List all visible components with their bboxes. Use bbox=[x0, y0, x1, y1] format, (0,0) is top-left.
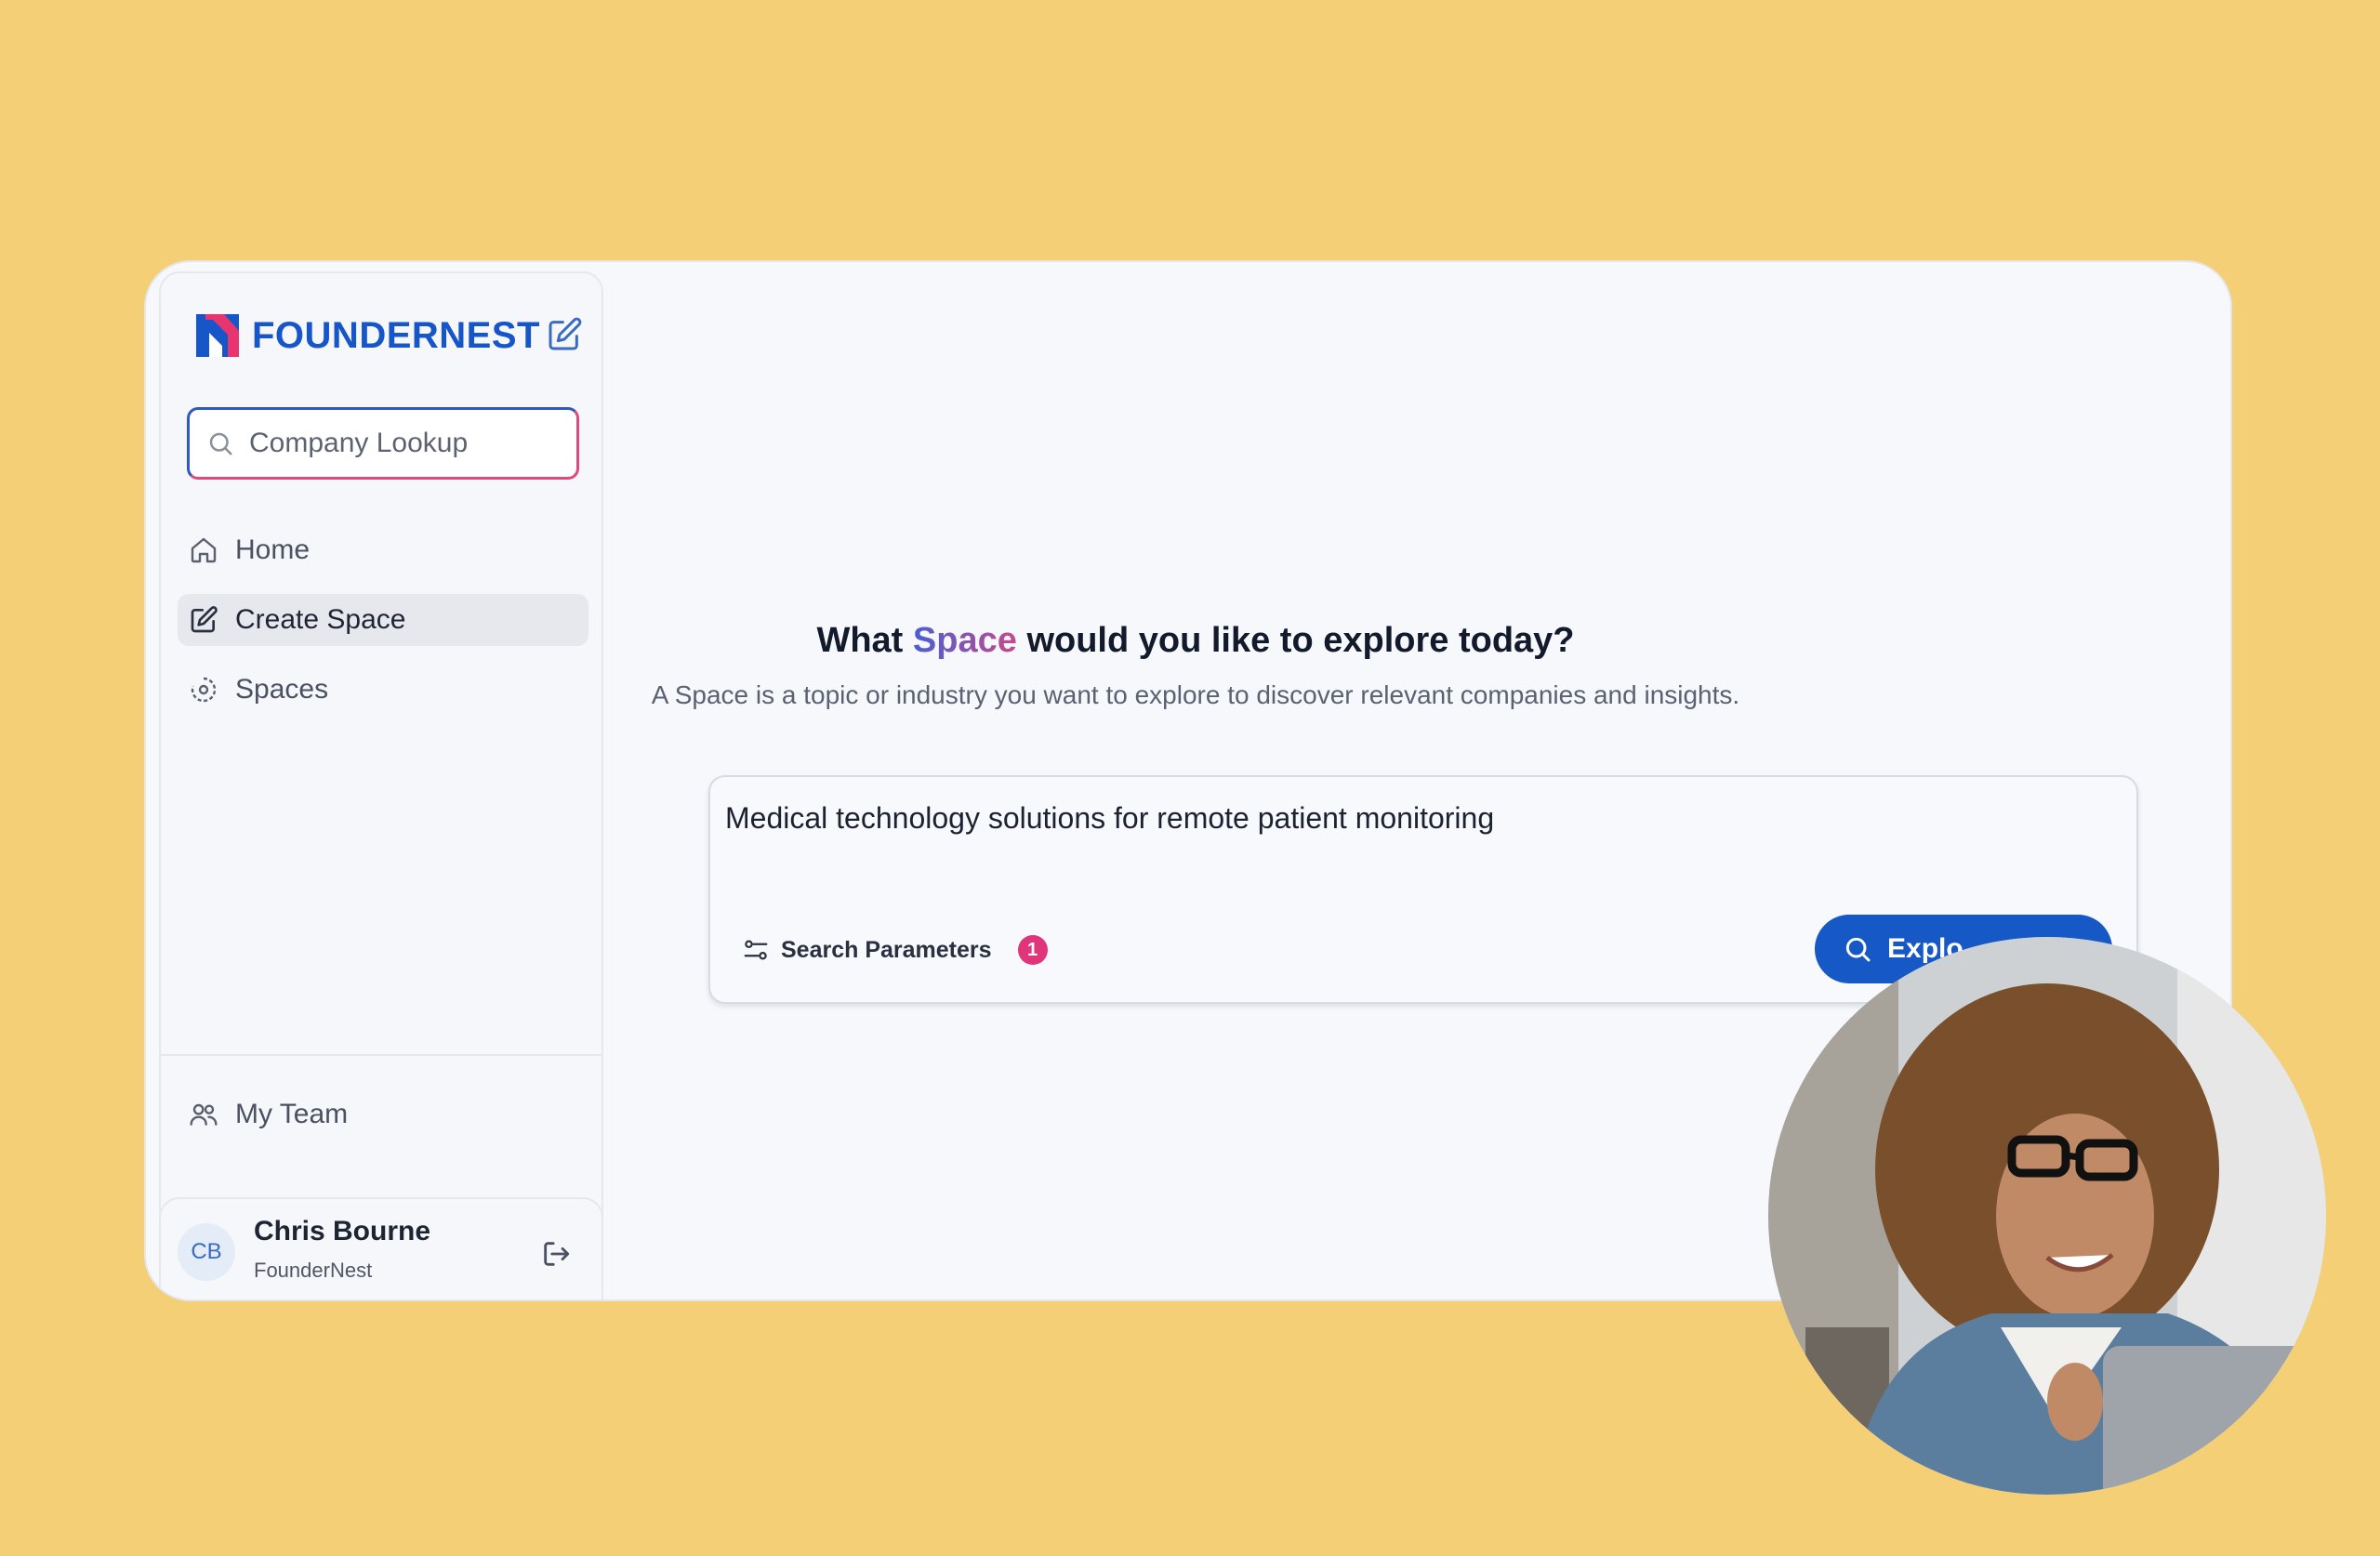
search-icon bbox=[209, 432, 232, 455]
sliders-icon bbox=[744, 940, 768, 960]
space-prompt-input[interactable]: Medical technology solutions for remote … bbox=[725, 801, 1494, 836]
brand-name: FOUNDERNEST bbox=[252, 314, 540, 356]
logout-icon[interactable] bbox=[540, 1238, 572, 1274]
params-count-badge: 1 bbox=[1017, 935, 1048, 965]
sidebar-item-spaces[interactable]: Spaces bbox=[178, 664, 588, 716]
search-parameters-button[interactable]: Search Parameters 1 bbox=[742, 935, 1048, 965]
home-icon bbox=[191, 537, 217, 563]
sidebar-divider bbox=[161, 1054, 602, 1056]
page-subtitle: A Space is a topic or industry you want … bbox=[651, 680, 1740, 709]
search-parameters-label: Search Parameters bbox=[781, 936, 992, 963]
sidebar-item-create-space[interactable]: Create Space bbox=[178, 594, 588, 646]
foundernest-logo-icon bbox=[196, 314, 239, 357]
user-org: FounderNest bbox=[254, 1259, 373, 1282]
title-prefix: What bbox=[816, 621, 904, 660]
company-lookup-input[interactable] bbox=[247, 427, 558, 460]
new-space-icon[interactable] bbox=[546, 316, 583, 353]
sidebar: FOUNDERNEST Home bbox=[159, 271, 603, 1268]
sidebar-item-label: Spaces bbox=[235, 674, 329, 705]
brand-logo[interactable]: FOUNDERNEST bbox=[196, 314, 540, 357]
page-title: What Space would you like to explore tod… bbox=[536, 621, 1855, 661]
user-photo bbox=[1768, 937, 2326, 1495]
woman-with-laptop-photo bbox=[1768, 937, 2326, 1495]
sidebar-item-label: Create Space bbox=[235, 604, 406, 635]
title-accent: Space bbox=[912, 621, 1017, 660]
search-icon bbox=[1845, 937, 1871, 962]
sidebar-item-my-team[interactable]: My Team bbox=[189, 1099, 348, 1130]
edit-icon bbox=[191, 606, 218, 633]
my-team-label: My Team bbox=[235, 1099, 349, 1129]
avatar[interactable]: CB bbox=[178, 1223, 235, 1281]
user-name: Chris Bourne bbox=[254, 1216, 431, 1246]
sidebar-nav: Home Create Space Spaces bbox=[178, 524, 588, 733]
sidebar-item-label: Home bbox=[235, 534, 311, 565]
title-suffix: would you like to explore today? bbox=[1026, 621, 1575, 660]
team-icon bbox=[190, 1103, 218, 1126]
sidebar-item-home[interactable]: Home bbox=[178, 524, 588, 576]
spaces-icon bbox=[191, 677, 217, 703]
company-lookup-search[interactable] bbox=[187, 407, 579, 480]
user-card: CB Chris Bourne FounderNest bbox=[159, 1197, 603, 1299]
